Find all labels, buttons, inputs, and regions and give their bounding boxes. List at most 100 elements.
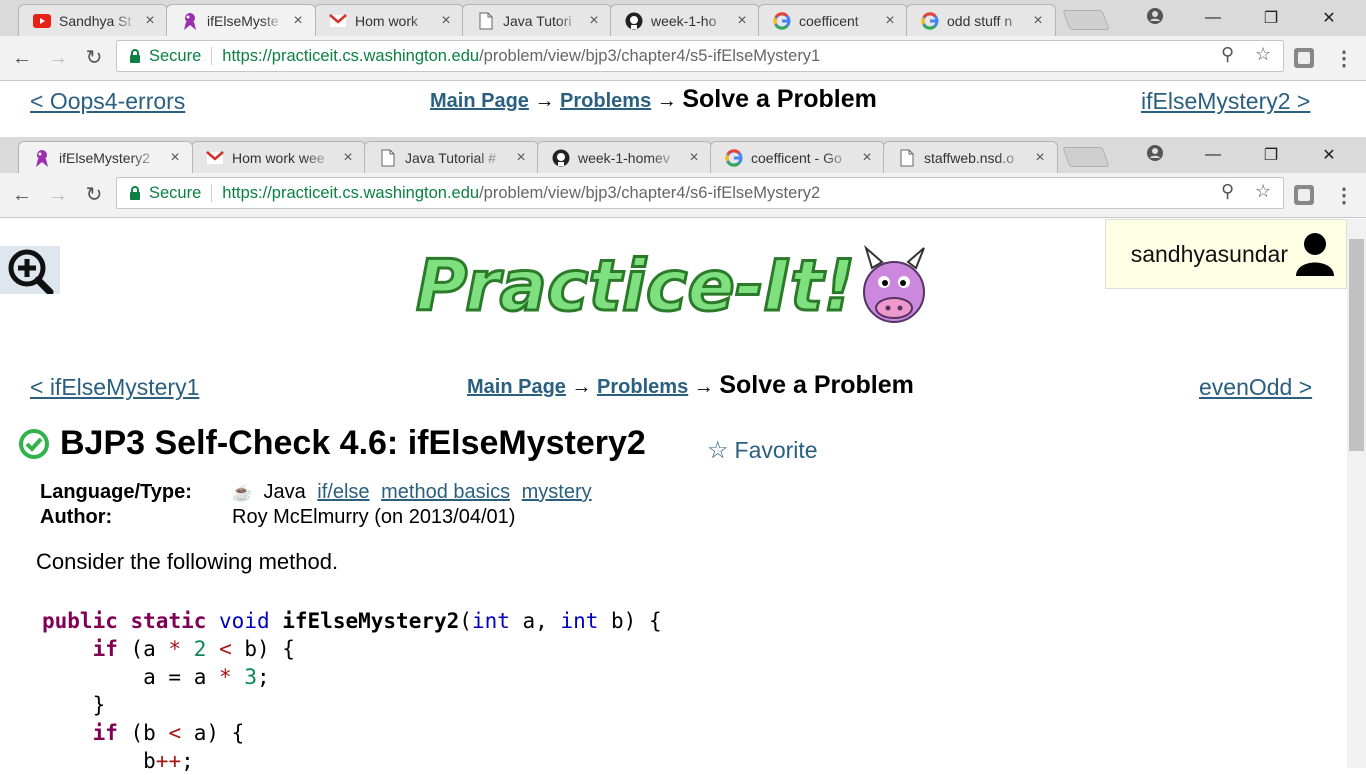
profile-icon[interactable] (1126, 7, 1184, 29)
username[interactable]: sandhyasundar (1131, 241, 1288, 268)
close-tab-icon[interactable]: × (1033, 149, 1047, 167)
page-scrollbar[interactable] (1347, 219, 1366, 768)
close-tab-icon[interactable]: × (341, 149, 355, 167)
address-bar[interactable]: Secure https://practiceit.cs.washington.… (116, 40, 1284, 72)
scrollbar-thumb[interactable] (1349, 239, 1364, 451)
tab-label: Java Tutorial # (405, 149, 497, 166)
problems-link[interactable]: Problems (597, 376, 688, 398)
minimize-button[interactable]: — (1184, 9, 1242, 27)
menu-icon[interactable]: ⋮ (1334, 183, 1354, 208)
zoom-icon[interactable]: ⚲ (1221, 181, 1234, 202)
browser-tab[interactable]: staffweb.nsd.o × (883, 141, 1058, 173)
browser-tab[interactable]: week-1-ho × (610, 4, 760, 36)
close-tab-icon[interactable]: × (168, 149, 182, 167)
language-label: Language/Type: (40, 481, 192, 503)
close-tab-icon[interactable]: × (514, 149, 528, 167)
problem-title-row: BJP3 Self-Check 4.6: ifElseMystery2 (18, 424, 646, 463)
address-bar[interactable]: Secure https://practiceit.cs.washington.… (116, 177, 1284, 209)
browser-tab[interactable]: week-1-homev × (537, 141, 712, 173)
language-value: Java (263, 481, 306, 503)
tab-strip: ifElseMystery2 × Hom work wee × Java Tutoria… (0, 137, 1366, 173)
close-window-button[interactable]: ✕ (1300, 8, 1358, 28)
practice-it-logo[interactable]: Practice-It! (412, 238, 932, 329)
prev-problem-link[interactable]: < Oops4-errors (30, 88, 185, 115)
magnify-zoom-icon[interactable] (0, 246, 60, 296)
close-tab-icon[interactable]: × (883, 12, 897, 30)
next-problem-link[interactable]: ifElseMystery2 > (1141, 88, 1310, 115)
minimize-button[interactable]: — (1184, 146, 1242, 164)
tab-label: coefficent (799, 12, 859, 29)
back-button[interactable]: ← (10, 46, 34, 70)
main-page-link[interactable]: Main Page (467, 376, 566, 398)
close-tab-icon[interactable]: × (291, 12, 305, 30)
tag-link[interactable]: mystery (522, 481, 592, 503)
new-tab-button[interactable] (1062, 147, 1110, 167)
bookmark-star-icon[interactable]: ☆ (1255, 44, 1271, 65)
tab-label: Sandhya St (59, 12, 132, 29)
browser-tab[interactable]: coefficent × (758, 4, 908, 36)
extension-icon[interactable] (1294, 48, 1314, 68)
problem-nav-row: < Oops4-errors Main Page → Problems → So… (0, 84, 1366, 118)
google-icon (725, 148, 743, 167)
prev-problem-link[interactable]: < ifElseMystery1 (30, 374, 199, 401)
close-tab-icon[interactable]: × (860, 149, 874, 167)
browser-tab[interactable]: odd stuff n × (906, 4, 1056, 36)
close-tab-icon[interactable]: × (439, 12, 453, 30)
page-icon (379, 149, 397, 167)
new-tab-button[interactable] (1062, 10, 1110, 30)
reload-button[interactable]: ↻ (82, 46, 106, 70)
zoom-icon[interactable]: ⚲ (1221, 44, 1234, 65)
browser-tab[interactable]: ifElseMystery2 × (18, 141, 193, 173)
back-button[interactable]: ← (10, 183, 34, 207)
lock-icon (129, 186, 141, 200)
divider (211, 47, 213, 65)
youtube-icon (33, 12, 51, 30)
close-tab-icon[interactable]: × (1031, 12, 1045, 30)
forward-button[interactable]: → (46, 46, 70, 70)
practiceit-icon (181, 12, 199, 30)
url-host: https://practiceit.cs.washington.edu (222, 46, 480, 65)
user-box[interactable]: sandhyasundar (1105, 219, 1347, 289)
close-window-button[interactable]: ✕ (1300, 145, 1358, 165)
restore-button[interactable]: ❐ (1242, 145, 1300, 165)
browser-tab[interactable]: Java Tutori × (462, 4, 612, 36)
main-page-link[interactable]: Main Page (430, 90, 529, 112)
window-controls: — ❐ ✕ (1126, 137, 1358, 173)
secure-label: Secure (149, 183, 202, 202)
next-problem-link[interactable]: evenOdd > (1199, 374, 1312, 401)
gmail-icon (206, 149, 224, 167)
close-tab-icon[interactable]: × (735, 12, 749, 30)
profile-icon[interactable] (1126, 144, 1184, 166)
breadcrumb-arrow: → (571, 376, 592, 398)
tab-label: Hom work (355, 12, 419, 29)
tab-label: coefficent - Go (751, 149, 842, 166)
reload-button[interactable]: ↻ (82, 183, 106, 207)
tag-link[interactable]: method basics (381, 481, 510, 503)
browser-tab[interactable]: coefficent - Go × (710, 141, 885, 173)
tab-label: Java Tutori (503, 12, 572, 29)
tag-link[interactable]: if/else (317, 481, 369, 503)
favorite-button[interactable]: ☆ Favorite (707, 436, 818, 465)
problem-title: BJP3 Self-Check 4.6: ifElseMystery2 (60, 424, 646, 462)
browser-tab[interactable]: Java Tutorial # × (364, 141, 539, 173)
browser-tab[interactable]: Sandhya St × (18, 4, 168, 36)
extension-icon[interactable] (1294, 185, 1314, 205)
menu-icon[interactable]: ⋮ (1334, 46, 1354, 71)
tab-label: ifElseMystery2 (59, 149, 151, 166)
url-path: /problem/view/bjp3/chapter4/s6-ifElseMys… (479, 183, 821, 202)
close-tab-icon[interactable]: × (687, 149, 701, 167)
close-tab-icon[interactable]: × (587, 12, 601, 30)
github-icon (552, 149, 570, 167)
browser-tab[interactable]: ifElseMyste × (166, 4, 316, 36)
browser-tab[interactable]: Hom work wee × (191, 141, 366, 173)
divider (211, 184, 213, 202)
forward-button[interactable]: → (46, 183, 70, 207)
browser-tab[interactable]: Hom work × (314, 4, 464, 36)
restore-button[interactable]: ❐ (1242, 8, 1300, 28)
close-tab-icon[interactable]: × (143, 12, 157, 30)
browser-toolbar: ← → ↻ Secure https://practiceit.cs.washi… (0, 36, 1366, 81)
window-controls: — ❐ ✕ (1126, 0, 1358, 36)
problems-link[interactable]: Problems (560, 90, 651, 112)
bookmark-star-icon[interactable]: ☆ (1255, 181, 1271, 202)
star-icon: ☆ (707, 437, 729, 464)
